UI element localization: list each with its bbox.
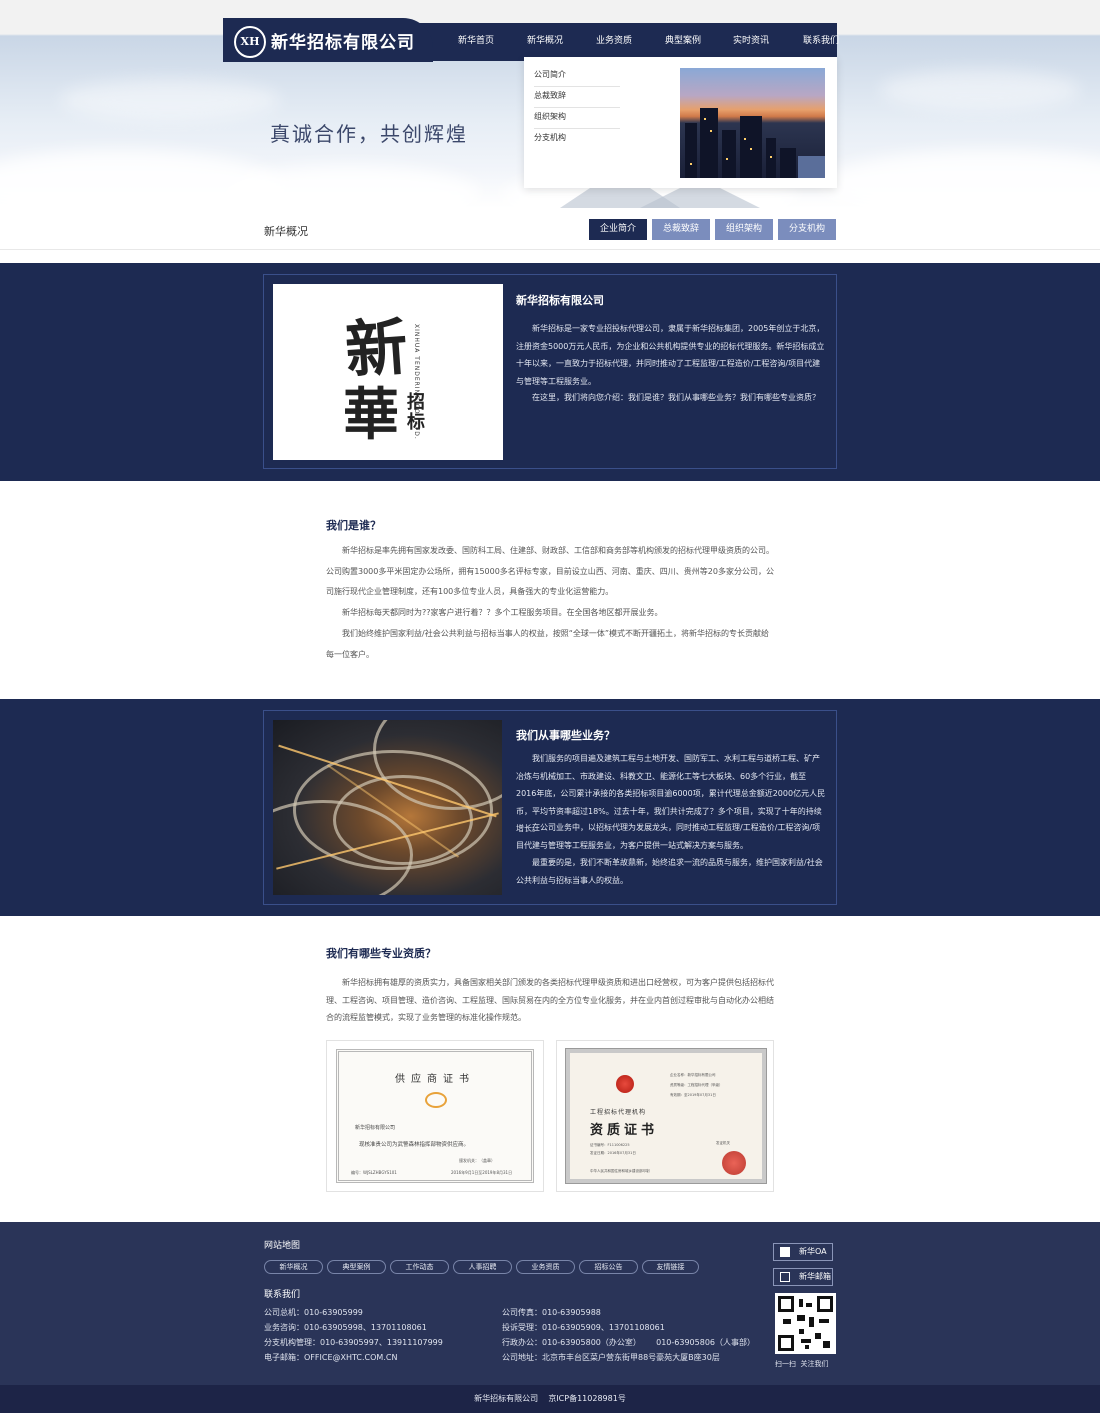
highway-interchange-image	[273, 720, 502, 895]
cert1-company: 新华招标有限公司	[355, 1125, 396, 1131]
contact-business: 业务咨询：010-63905998、13701108061	[264, 1323, 427, 1332]
nav-contact[interactable]: 联系我们	[791, 33, 851, 46]
cert2-heading: 资质证书	[590, 1123, 659, 1138]
hero-slogan: 真诚合作，共创辉煌	[270, 122, 468, 146]
company-calligraphy-logo: 新 華 招标 XINHUA TENDERING CO., LTD.	[273, 284, 503, 460]
nav-qualifications[interactable]: 业务资质	[584, 33, 644, 46]
cert1-emblem-icon	[425, 1092, 447, 1108]
mail-icon	[780, 1272, 790, 1282]
business-title: 我们从事哪些业务？	[516, 729, 615, 742]
oa-button[interactable]: 新华OA	[773, 1243, 833, 1261]
dropdown-item-structure[interactable]: 组织架构	[534, 111, 620, 129]
section-breadcrumb-title: 新华概况	[264, 225, 308, 238]
mail-button[interactable]: 新华邮箱	[773, 1268, 833, 1286]
cert1-heading: 供应商证书	[395, 1074, 475, 1085]
cert2-field-2: 资质等级：工程招标代理（甲级）	[670, 1083, 723, 1087]
logo-char-hua: 華	[343, 382, 399, 448]
contact-branches: 分支机构管理：010-63905997、13911107999	[264, 1338, 443, 1347]
sitemap-link-careers[interactable]: 人事招聘	[453, 1260, 512, 1274]
contact-fax: 公司传真：010-63905988	[502, 1308, 601, 1317]
oa-label: 新华OA	[799, 1247, 827, 1256]
official-stamp-icon	[722, 1151, 746, 1175]
tab-branches[interactable]: 分支机构	[778, 219, 836, 240]
who-title: 我们是谁？	[326, 519, 381, 532]
contact-complaints: 投诉受理：010-63905909、13701108061	[502, 1323, 665, 1332]
cert2-issued: 发证日期：2016年07月31日	[590, 1151, 636, 1155]
contact-switchboard: 公司总机：010-63905999	[264, 1308, 363, 1317]
sitemap-title: 网站地图	[264, 1241, 301, 1251]
sitemap-link-cases[interactable]: 典型案例	[327, 1260, 386, 1274]
supplier-certificate[interactable]: 供应商证书 新华招标有限公司 现核准贵公司为武警森林指挥部物资供应商。 颁发机关…	[326, 1040, 544, 1192]
contact-email[interactable]: 电子邮箱：OFFICE@XHTC.COM.CN	[264, 1352, 397, 1363]
divider	[0, 249, 1100, 250]
cert1-date: 2016年9月1日至2019年8月31日	[451, 1170, 513, 1175]
tab-company-profile[interactable]: 企业简介	[589, 219, 647, 240]
cert2-field-3: 有效期：至2019年07月31日	[670, 1093, 716, 1097]
company-logo-icon[interactable]: XH	[234, 26, 266, 58]
cert2-field-1: 企业名称：新华招标有限公司	[670, 1073, 716, 1077]
sitemap-link-tenders[interactable]: 招标公告	[579, 1260, 638, 1274]
cert2-stamp-label: 发证机关	[716, 1141, 730, 1145]
cert2-footer: 中华人民共和国住房和城乡建设部印制	[590, 1169, 650, 1173]
who-paragraph-2: 新华招标每天都同时为??家客户进行着？？多个工程服务项目。在全国各地区都开展业务…	[342, 608, 663, 617]
sitemap-link-qualifications[interactable]: 业务资质	[516, 1260, 575, 1274]
sitemap-link-friends[interactable]: 友情链接	[642, 1260, 699, 1274]
nav-news[interactable]: 实时资讯	[721, 33, 781, 46]
business-paragraph-2: 在公司业务中，以招标代理为发展龙头，同时推动工程监理/工程造价/工程咨询/项目代…	[516, 823, 821, 850]
contact-title: 联系我们	[264, 1290, 301, 1300]
who-paragraph-1: 新华招标是率先拥有国家发改委、国防科工局、住建部、财政部、工信部和商务部等机构颁…	[326, 546, 774, 596]
tab-ceo-message[interactable]: 总裁致辞	[652, 219, 710, 240]
business-paragraph-3: 最重要的是，我们不断革故鼎新，始终追求一流的品质与服务，维护国家利益/社会公共利…	[516, 858, 823, 885]
national-emblem-icon	[616, 1075, 634, 1093]
dropdown-item-profile[interactable]: 公司简介	[534, 69, 620, 87]
cert2-number: 证书编号：F111006225	[590, 1143, 630, 1147]
intro-paragraph-2: 在这里，我们将向您介绍：我们是谁？我们从事哪些业务？我们有哪些专业资质？	[532, 393, 820, 402]
cert1-serial: 编号：WJSLZHBGYS101	[351, 1170, 397, 1175]
contact-admin: 行政办公：010-63905800（办公室） 010-63905806（人事部）	[502, 1338, 756, 1347]
qualifications-title: 我们有哪些专业资质？	[326, 947, 436, 960]
nav-cases[interactable]: 典型案例	[653, 33, 713, 46]
intro-paragraph-1: 新华招标是一家专业招投标代理公司，隶属于新华招标集团，2005年创立于北京，注册…	[516, 324, 825, 386]
copyright-bar: 新华招标有限公司 京ICP备11028981号	[0, 1385, 1100, 1413]
qualifications-paragraph: 新华招标拥有雄厚的资质实力，具备国家相关部门颁发的各类招标代理甲级资质和进出口经…	[326, 978, 774, 1022]
cert1-body: 现核准贵公司为武警森林指挥部物资供应商。	[359, 1142, 470, 1148]
mail-label: 新华邮箱	[799, 1272, 831, 1281]
city-skyline-image	[680, 68, 825, 178]
nav-overview[interactable]: 新华概况	[515, 33, 575, 46]
who-paragraph-3: 我们始终维护国家利益/社会公共利益与招标当事人的权益，按照“全球一体”模式不断开…	[326, 629, 769, 659]
brand-name[interactable]: 新华招标有限公司	[271, 28, 415, 53]
qualification-certificate[interactable]: 工程招标代理机构 资质证书 证书编号：F111006225 发证日期：2016年…	[556, 1040, 774, 1192]
dropdown-item-branches[interactable]: 分支机构	[534, 132, 620, 149]
qr-code-icon	[775, 1293, 836, 1354]
tab-org-structure[interactable]: 组织架构	[715, 219, 773, 240]
sitemap-link-overview[interactable]: 新华概况	[264, 1260, 323, 1274]
cert1-issuer: 颁发机关：（盖章）	[459, 1158, 495, 1163]
intro-title: 新华招标有限公司	[516, 294, 604, 307]
oa-icon	[780, 1247, 790, 1257]
qr-caption: 扫一扫 关注我们	[775, 1360, 829, 1368]
cert2-subtitle: 工程招标代理机构	[590, 1109, 647, 1116]
dropdown-item-ceo-message[interactable]: 总裁致辞	[534, 90, 620, 108]
logo-english-name: XINHUA TENDERING CO., LTD.	[413, 324, 420, 440]
nav-home[interactable]: 新华首页	[446, 33, 506, 46]
contact-address: 公司地址：北京市丰台区菜户营东街甲88号豪苑大厦B座30层	[502, 1353, 720, 1362]
sitemap-link-news[interactable]: 工作动态	[390, 1260, 449, 1274]
